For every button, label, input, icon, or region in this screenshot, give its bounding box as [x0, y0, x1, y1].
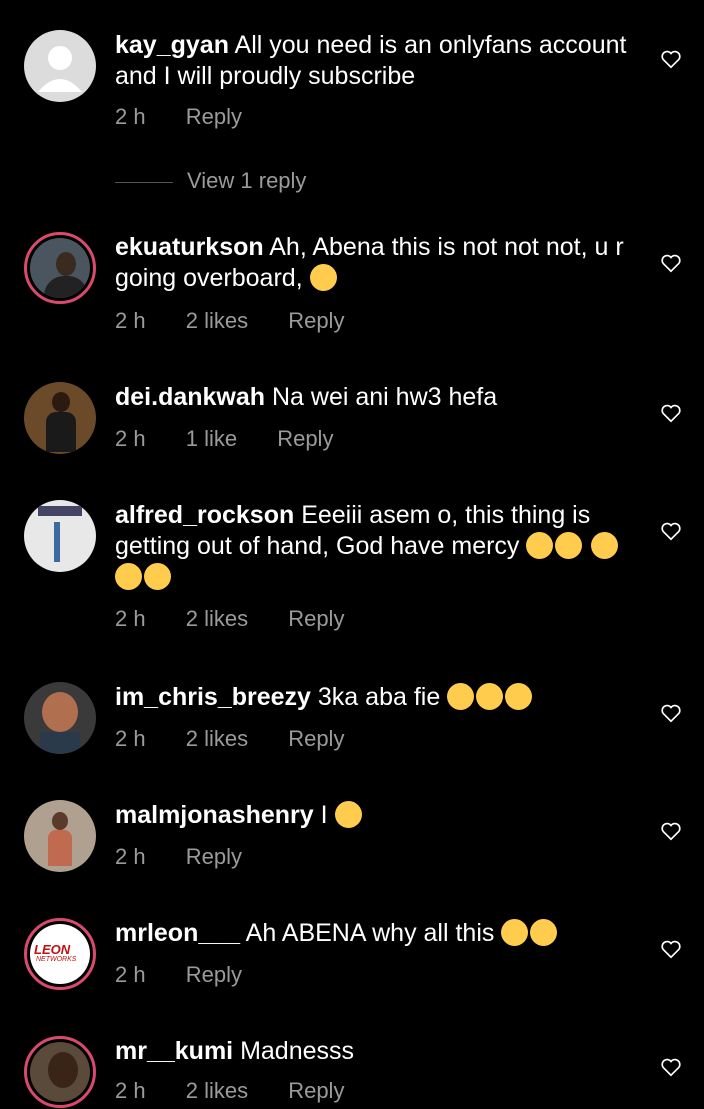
comment-likes[interactable]: 2 likes — [186, 1078, 248, 1103]
avatar-logo: LEON NETWORKS — [30, 924, 90, 984]
laughing-face-emoji — [447, 683, 475, 710]
comment-meta: 2 h 2 likes Reply — [115, 308, 378, 334]
avatar[interactable] — [24, 232, 96, 304]
comment-text: 3ka aba fie — [317, 683, 441, 711]
heart-outline-icon[interactable] — [660, 402, 682, 424]
comment-username[interactable]: kay_gyan — [115, 31, 229, 59]
reply-button[interactable]: Reply — [186, 844, 242, 869]
default-avatar-icon — [38, 46, 82, 92]
comment-meta: 2 h Reply — [115, 104, 276, 130]
reply-button[interactable]: Reply — [277, 426, 333, 451]
crying-face-emoji — [501, 919, 529, 946]
view-replies-label: View 1 reply — [187, 168, 307, 193]
reply-button[interactable]: Reply — [186, 104, 242, 129]
comment-body: dei.dankwah Na wei ani hw3 hefa — [115, 382, 635, 413]
avatar-photo — [24, 682, 96, 754]
comment-text: Ah ABENA why all this — [245, 919, 495, 947]
crying-face-emoji — [309, 264, 337, 291]
reply-button[interactable]: Reply — [288, 1078, 344, 1103]
comment-likes[interactable]: 1 like — [186, 426, 237, 451]
comment-text: Na wei ani hw3 hefa — [272, 383, 498, 411]
comment-body: alfred_rockson Eeeiii asem o, this thing… — [115, 500, 635, 593]
crying-face-emoji — [530, 919, 558, 946]
heart-outline-icon[interactable] — [660, 252, 682, 274]
astonished-face-emoji — [591, 532, 619, 559]
reply-button[interactable]: Reply — [288, 606, 344, 631]
comment-text: I — [320, 801, 328, 829]
comment-time: 2 h — [115, 726, 146, 751]
comment-likes[interactable]: 2 likes — [186, 308, 248, 333]
logo-subtext: NETWORKS — [36, 956, 77, 963]
comment-username[interactable]: dei.dankwah — [115, 383, 265, 411]
heart-outline-icon[interactable] — [660, 820, 682, 842]
comment-username[interactable]: mrleon___ — [115, 919, 240, 947]
avatar-photo — [30, 1042, 90, 1102]
comment-time: 2 h — [115, 426, 146, 451]
avatar[interactable] — [24, 682, 96, 754]
comment-username[interactable]: malmjonashenry — [115, 801, 314, 829]
comment-username[interactable]: im_chris_breezy — [115, 683, 311, 711]
heart-outline-icon[interactable] — [660, 702, 682, 724]
astonished-face-emoji — [115, 563, 142, 590]
comment-username[interactable]: mr__kumi — [115, 1037, 233, 1065]
heart-outline-icon[interactable] — [660, 48, 682, 70]
comment-username[interactable]: ekuaturkson — [115, 233, 264, 261]
avatar[interactable] — [24, 1036, 96, 1108]
comment-meta: 2 h 1 like Reply — [115, 426, 367, 452]
comment-body: mr__kumi Madnesss — [115, 1036, 635, 1067]
comment-time: 2 h — [115, 1078, 146, 1103]
avatar[interactable] — [24, 382, 96, 454]
avatar-photo — [24, 500, 96, 572]
avatar[interactable] — [24, 30, 96, 102]
reply-button[interactable]: Reply — [186, 962, 242, 987]
comment-text: Madnesss — [240, 1037, 355, 1065]
avatar[interactable] — [24, 500, 96, 572]
heart-outline-icon[interactable] — [660, 520, 682, 542]
comment-time: 2 h — [115, 308, 146, 333]
comment-time: 2 h — [115, 606, 146, 631]
logo-text: LEON — [34, 942, 71, 957]
reply-button[interactable]: Reply — [288, 726, 344, 751]
heart-outline-icon[interactable] — [660, 1056, 682, 1078]
comment-time: 2 h — [115, 962, 146, 987]
comment-meta: 2 h 2 likes Reply — [115, 606, 378, 632]
avatar[interactable]: LEON NETWORKS — [24, 918, 96, 990]
crying-face-emoji — [334, 801, 362, 828]
comment-meta: 2 h 2 likes Reply — [115, 1078, 378, 1104]
avatar-photo — [24, 382, 96, 454]
laughing-face-emoji — [476, 683, 504, 710]
comment-time: 2 h — [115, 844, 146, 869]
astonished-face-emoji — [144, 563, 171, 590]
comment-meta: 2 h Reply — [115, 962, 276, 988]
comment-username[interactable]: alfred_rockson — [115, 501, 294, 529]
comment-body: im_chris_breezy 3ka aba fie — [115, 682, 635, 713]
comment-body: malmjonashenry I — [115, 800, 635, 831]
comment-likes[interactable]: 2 likes — [186, 726, 248, 751]
divider — [115, 181, 173, 183]
comment-body: ekuaturkson Ah, Abena this is not not no… — [115, 232, 635, 294]
avatar-photo — [30, 238, 90, 298]
avatar[interactable] — [24, 800, 96, 872]
comment-meta: 2 h 2 likes Reply — [115, 726, 378, 752]
comment-body: kay_gyan All you need is an onlyfans acc… — [115, 30, 635, 92]
view-replies-button[interactable]: View 1 reply — [115, 168, 306, 194]
astonished-face-emoji — [526, 532, 554, 559]
comment-likes[interactable]: 2 likes — [186, 606, 248, 631]
comment-time: 2 h — [115, 104, 146, 129]
reply-button[interactable]: Reply — [288, 308, 344, 333]
astonished-face-emoji — [555, 532, 583, 559]
heart-outline-icon[interactable] — [660, 938, 682, 960]
comment-meta: 2 h Reply — [115, 844, 276, 870]
comment-body: mrleon___ Ah ABENA why all this — [115, 918, 635, 949]
avatar-photo — [24, 800, 96, 872]
laughing-face-emoji — [505, 683, 533, 710]
